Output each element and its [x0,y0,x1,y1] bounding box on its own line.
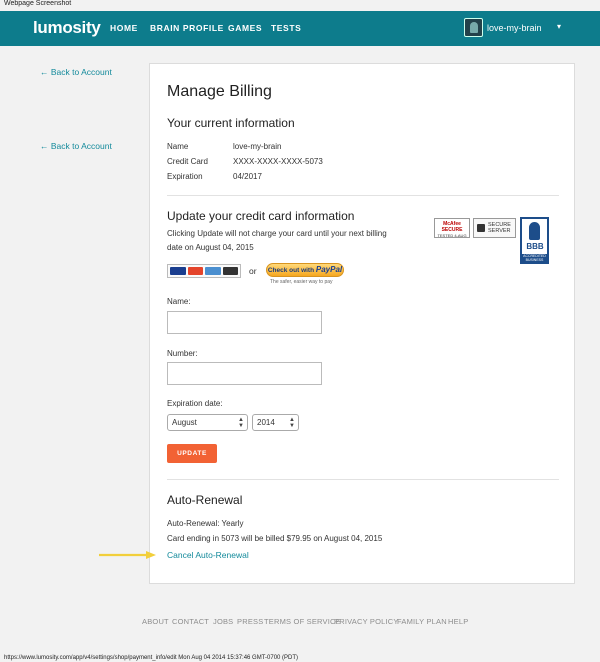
bbb-torch-icon [529,222,540,240]
auto-renewal-billing: Card ending in 5073 will be billed $79.9… [167,534,383,543]
card-number-field[interactable] [167,362,322,385]
arrow-pointer-icon [99,551,156,559]
mcafee-tested: TESTED 4-AUG [437,233,467,238]
lumosity-logo[interactable]: lumosity [33,18,101,38]
update-note-line1: Clicking Update will not charge your car… [167,229,387,238]
nav-games[interactable]: GAMES [228,23,262,33]
credit-card-label: Credit Card [167,157,208,166]
secure-server-badge: SECURE SERVER [473,218,516,238]
footer-terms[interactable]: TERMS OF SERVICE [264,617,341,626]
paypal-small-label: Check out with [267,267,315,274]
billing-card: Manage Billing Your current information … [149,63,575,584]
avatar[interactable] [464,18,483,37]
paypal-brand: PayPal [315,265,343,274]
back-to-account-link-secondary[interactable]: ← Back to Account [40,141,112,151]
amex-icon [205,267,221,275]
nav-brain-profile[interactable]: BRAIN PROFILE [150,23,224,33]
chevron-down-icon[interactable]: ▾ [557,22,561,31]
username[interactable]: love-my-brain [487,23,542,33]
mcafee-label: McAfee SECURE [441,221,463,233]
expiration-date-label: Expiration date: [167,399,223,408]
footer-privacy[interactable]: PRIVACY POLICY [334,617,399,626]
nav-home[interactable]: HOME [110,23,138,33]
name-field[interactable] [167,311,322,334]
expiration-value: 04/2017 [233,172,262,181]
name-field-label: Name: [167,297,191,306]
top-navbar: lumosity HOME BRAIN PROFILE GAMES TESTS … [0,11,600,46]
nav-tests[interactable]: TESTS [271,23,301,33]
footer-help[interactable]: HELP [448,617,468,626]
expiration-month-select[interactable]: August ▲ ▼ [167,414,248,431]
footer-jobs[interactable]: JOBS [213,617,233,626]
footer-family-plan[interactable]: FAMILY PLAN [397,617,447,626]
divider [167,195,559,196]
name-value: love-my-brain [233,142,282,151]
bbb-accredited-label: ACCREDITED BUSINESS [522,254,547,262]
select-arrows-icon: ▲ ▼ [289,417,295,429]
discover-icon [222,267,238,275]
footer-about[interactable]: ABOUT [142,617,169,626]
credit-card-logos[interactable] [167,264,241,278]
back-to-account-link[interactable]: ← Back to Account [40,67,112,77]
mcafee-secure-badge: McAfee SECURE TESTED 4-AUG [434,218,470,238]
expiration-year-select[interactable]: 2014 ▲ ▼ [252,414,299,431]
name-label: Name [167,142,189,151]
divider [167,479,559,480]
number-field-label: Number: [167,349,198,358]
footer-press[interactable]: PRESS [237,617,263,626]
year-value: 2014 [257,418,275,427]
footer-contact[interactable]: CONTACT [172,617,209,626]
month-value: August [172,418,197,427]
status-url: https://www.lumosity.com/app/v4/settings… [4,655,299,661]
paypal-tagline: The safer, easier way to pay [270,279,333,285]
expiration-label: Expiration [167,172,203,181]
visa-icon [170,267,186,275]
bbb-label: BBB [526,242,544,251]
update-button[interactable]: UPDATE [167,444,217,463]
paypal-checkout-button[interactable]: Check out with PayPal [266,263,344,277]
page-title: Manage Billing [167,83,272,100]
auto-renewal-heading: Auto-Renewal [167,493,243,507]
window-caption: Webpage Screenshot [4,0,72,7]
cancel-auto-renewal-link[interactable]: Cancel Auto-Renewal [167,550,249,560]
auto-renewal-status: Auto-Renewal: Yearly [167,519,244,528]
or-text: or [249,266,257,276]
update-note-line2: date on August 04, 2015 [167,243,254,252]
credit-card-value: XXXX-XXXX-XXXX-5073 [233,157,323,166]
secure-server-label: SECURE SERVER [488,222,511,234]
select-arrows-icon: ▲ ▼ [238,417,244,429]
mastercard-icon [187,267,203,275]
current-info-heading: Your current information [167,116,295,130]
update-card-heading: Update your credit card information [167,209,355,223]
bbb-accredited-badge: BBB ACCREDITED BUSINESS [520,217,549,264]
